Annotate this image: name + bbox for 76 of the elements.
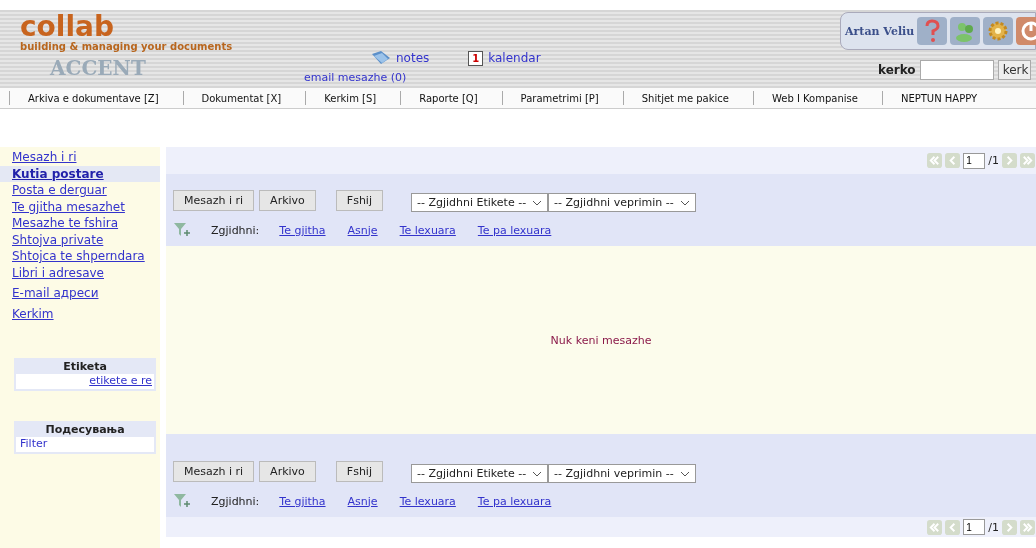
previous-page-icon[interactable]: [945, 519, 961, 535]
sidebar-item[interactable]: Mesazh i ri: [0, 149, 160, 166]
notes-link[interactable]: notes: [396, 51, 430, 65]
panel-title: Подесувања: [16, 423, 154, 437]
first-page-icon[interactable]: [927, 153, 943, 168]
select-link[interactable]: Te lexuara: [399, 223, 456, 237]
menu-item[interactable]: Shitjet me pakice: [623, 92, 753, 104]
toolbar-button[interactable]: Mesazh i ri: [173, 190, 255, 211]
menu-item[interactable]: NEPTUN HAPPY: [882, 92, 1002, 104]
next-page-icon[interactable]: [1002, 519, 1017, 535]
logo-tagline: building & managing your documents: [20, 41, 234, 52]
sidebar-item[interactable]: E-mail адреси: [0, 285, 160, 302]
select-label: Zgjidhni:: [211, 494, 260, 508]
menu-item[interactable]: Arkiva e dokumentave [Z]: [10, 92, 183, 104]
people-icon[interactable]: [950, 17, 981, 45]
panel-link[interactable]: Filter: [20, 437, 48, 450]
filter-add-icon[interactable]: [173, 492, 191, 510]
toolbar-button[interactable]: Fshij: [335, 461, 383, 482]
select-link[interactable]: Te gjitha: [279, 494, 326, 508]
caret-icon: [679, 470, 690, 477]
dropdown[interactable]: -- Zgjidhni Etikete --: [411, 464, 549, 483]
toolbar-button[interactable]: Mesazh i ri: [173, 461, 255, 482]
sidebar-item[interactable]: Libri i adresave: [0, 264, 160, 281]
dropdown[interactable]: -- Zgjidhni veprimin --: [548, 193, 696, 212]
select-link[interactable]: Te gjitha: [279, 223, 326, 237]
toolbar-button[interactable]: Arkivo: [259, 190, 316, 211]
help-icon[interactable]: [917, 17, 948, 45]
next-page-icon[interactable]: [1002, 153, 1017, 168]
sidebar-item[interactable]: Shtojca te shperndara: [0, 248, 160, 265]
last-page-icon[interactable]: [1020, 153, 1035, 168]
sidebar-item[interactable]: Kutia postare: [0, 165, 160, 182]
last-page-icon[interactable]: [1020, 519, 1035, 535]
email-link[interactable]: email mesazhe (0): [304, 71, 407, 84]
caret-icon: [532, 199, 543, 206]
menu-item[interactable]: Kerkim [S]: [306, 92, 401, 104]
select-label: Zgjidhni:: [211, 223, 260, 237]
dropdown[interactable]: -- Zgjidhni veprimin --: [548, 464, 696, 483]
search-field[interactable]: [919, 60, 994, 80]
books-icon: [371, 50, 391, 66]
logo-text: collab: [20, 14, 114, 40]
search-button[interactable]: kerk: [997, 60, 1032, 80]
toolbar-button[interactable]: Arkivo: [259, 461, 316, 482]
sidebar-item[interactable]: Kerkim: [0, 305, 160, 322]
panel-title: Etiketa: [16, 360, 154, 374]
select-link[interactable]: Asnje: [347, 223, 378, 237]
menu-item[interactable]: Web I Kompanise: [753, 92, 882, 104]
sidebar-item[interactable]: Shtojva private: [0, 231, 160, 248]
select-link[interactable]: Asnje: [347, 494, 378, 508]
caret-icon: [532, 470, 543, 477]
panel-link[interactable]: etikete e re: [89, 374, 152, 387]
user-name: Artan Veliu: [845, 24, 915, 38]
menu-item[interactable]: Raporte [Q]: [401, 92, 502, 104]
first-page-icon[interactable]: [927, 519, 943, 535]
page-total: /1: [988, 154, 999, 167]
calendar-link[interactable]: kalendar: [488, 51, 541, 65]
menu-item[interactable]: Parametrimi [P]: [502, 92, 623, 104]
dropdown[interactable]: -- Zgjidhni Etikete --: [411, 193, 549, 212]
menu-item[interactable]: Dokumentat [X]: [183, 92, 306, 104]
toolbar-button[interactable]: Fshij: [335, 190, 383, 211]
calendar-icon: 1: [468, 50, 484, 66]
search-label: kerko: [878, 63, 916, 77]
page-field[interactable]: 1: [963, 519, 986, 535]
settings-icon[interactable]: [983, 17, 1014, 45]
brand-logo: ACCENT: [50, 56, 147, 80]
select-link[interactable]: Te lexuara: [399, 494, 456, 508]
select-link[interactable]: Te pa lexuara: [477, 494, 552, 508]
empty-message: Nuk keni mesazhe: [550, 333, 652, 347]
caret-icon: [679, 199, 690, 206]
page-total: /1: [988, 520, 999, 534]
page-field[interactable]: 1: [963, 152, 986, 169]
filter-add-icon[interactable]: [173, 221, 191, 239]
select-link[interactable]: Te pa lexuara: [477, 223, 552, 237]
sidebar-item[interactable]: Te gjitha mesazhet: [0, 198, 160, 215]
previous-page-icon[interactable]: [945, 153, 961, 168]
sidebar-item[interactable]: Posta e derguar: [0, 182, 160, 199]
sidebar-item[interactable]: Mesazhe te fshira: [0, 215, 160, 232]
